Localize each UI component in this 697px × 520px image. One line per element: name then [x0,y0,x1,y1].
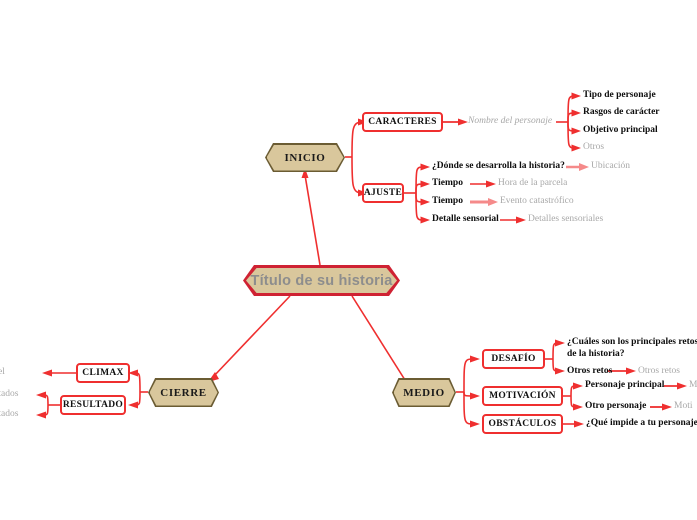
node-caracteres[interactable]: CARACTERES [362,112,443,132]
leaf-detalle-sensorial[interactable]: Detalle sensorial [432,214,499,226]
root-node[interactable]: Título de su historia [243,265,400,296]
node-obstaculos[interactable]: OBSTÁCULOS [482,414,563,434]
node-climax-label: CLIMAX [82,368,124,378]
leaf-climax-detail[interactable]: el [0,367,5,379]
link-inicio-caracteres [351,121,363,158]
leaf-personaje-principal-detail[interactable]: M [689,380,697,392]
leaf-objetivo-principal[interactable]: Objetivo principal [583,125,658,137]
leaf-tiempo-1[interactable]: Tiempo [432,178,463,190]
leaf-detalles-sensoriales[interactable]: Detalles sensoriales [528,214,603,226]
leaf-que-impide-a-tu-personaje[interactable]: ¿Qué impide a tu personaje [586,418,697,430]
branch-node-inicio-label: INICIO [266,144,344,171]
leaf-personaje-principal[interactable]: Personaje principal [585,380,664,392]
leaf-resultado-detail-2[interactable]: ultados [0,409,18,421]
node-resultado[interactable]: RESULTADO [60,395,126,415]
leaf-otro-personaje-detail[interactable]: Moti [674,401,692,413]
link-root-cierre [212,295,291,378]
leaf-donde-se-desarrolla[interactable]: ¿Dónde se desarrolla la historia? [432,161,565,173]
node-obstaculos-label: OBSTÁCULOS [488,419,557,429]
node-resultado-label: RESULTADO [62,400,124,410]
branch-node-cierre-label: CIERRE [149,379,218,406]
mindmap-canvas: Título de su historia INICIO CARACTERES … [0,0,697,520]
branch-node-medio-label: MEDIO [393,379,455,406]
branch-node-cierre[interactable]: CIERRE [148,378,219,407]
branch-node-inicio[interactable]: INICIO [265,143,345,172]
leaf-otros-retos[interactable]: Otros retos [567,366,612,378]
node-desafio[interactable]: DESAFÍO [482,349,545,369]
link-root-medio [351,295,406,381]
node-caracteres-label: CARACTERES [368,117,437,127]
leaf-rasgos-de-caracter[interactable]: Rasgos de carácter [583,107,660,119]
node-desafio-label: DESAFÍO [491,354,536,364]
leaf-ubicacion[interactable]: Ubicación [591,161,630,173]
leaf-tiempo-2[interactable]: Tiempo [432,196,463,208]
link-root-inicio [304,174,321,266]
leaf-evento-catastrofico[interactable]: Evento catastrófico [500,196,574,208]
leaf-nombre-del-personaje[interactable]: Nombre del personaje [468,116,552,128]
branch-node-medio[interactable]: MEDIO [392,378,456,407]
leaf-otro-personaje[interactable]: Otro personaje [585,401,646,413]
node-motivacion-label: MOTIVACIÓN [489,391,556,401]
leaf-otros[interactable]: Otros [583,142,604,154]
node-motivacion[interactable]: MOTIVACIÓN [482,386,563,406]
node-ajuste-label: AJUSTE [363,188,403,198]
node-ajuste[interactable]: AJUSTE [362,183,404,203]
leaf-cuales-son-los-retos[interactable]: ¿Cuáles son los principales retos de la … [567,337,697,360]
leaf-otros-retos-detail[interactable]: Otros retos [638,366,680,378]
node-climax[interactable]: CLIMAX [76,363,130,383]
leaf-hora-de-la-parcela[interactable]: Hora de la parcela [498,178,567,190]
root-node-label: Título de su historia [246,268,397,293]
leaf-resultado-detail-1[interactable]: ultados [0,389,18,401]
leaf-tipo-de-personaje[interactable]: Tipo de personaje [583,90,656,102]
link-inicio-ajuste [351,156,363,194]
connector-layer [36,92,687,428]
